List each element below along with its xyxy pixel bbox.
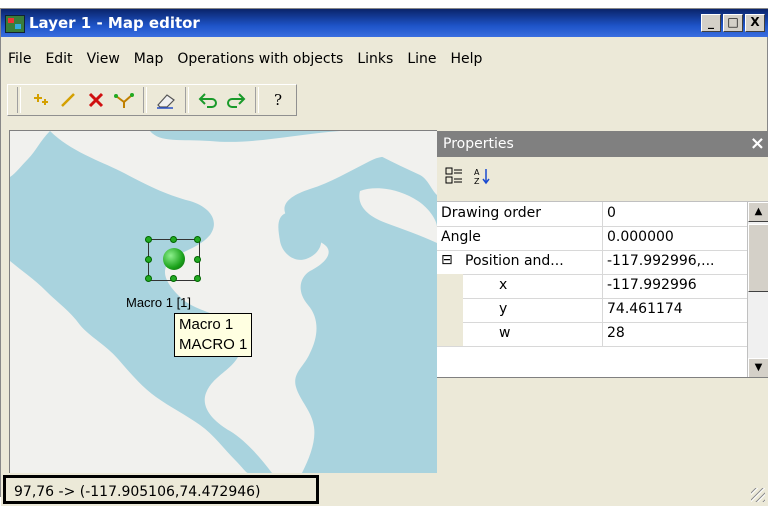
scroll-thumb[interactable] — [748, 224, 768, 292]
resize-handle[interactable] — [145, 256, 152, 263]
property-row[interactable]: Angle 0.000000 — [437, 226, 747, 251]
macro-label: Macro 1 [1] — [126, 295, 192, 310]
properties-toolbar: AZ — [445, 167, 491, 189]
add-point-icon[interactable] — [26, 87, 54, 113]
scroll-down-icon[interactable]: ▼ — [748, 358, 768, 378]
property-name: x — [499, 277, 508, 293]
title-bar[interactable]: Layer 1 - Map editor _ □ X — [1, 9, 768, 37]
help-icon[interactable]: ? — [264, 87, 292, 113]
properties-panel: Properties × AZ Drawing order 0 Angle 0.… — [437, 131, 768, 476]
property-value[interactable]: 0.000000 — [607, 229, 674, 245]
property-value[interactable]: 74.461174 — [607, 301, 683, 317]
status-coordinates: 97,76 -> (-117.905106,74.472946) — [14, 484, 261, 500]
minimize-button[interactable]: _ — [701, 14, 721, 32]
menu-edit[interactable]: Edit — [38, 49, 79, 71]
menu-line[interactable]: Line — [400, 49, 443, 71]
redo-icon[interactable] — [222, 87, 250, 113]
toolbar-frame: ? — [7, 84, 297, 116]
menu-map[interactable]: Map — [127, 49, 171, 71]
svg-text:Z: Z — [474, 177, 480, 185]
macro-ball-icon[interactable] — [163, 248, 185, 270]
property-row[interactable]: Drawing order 0 — [437, 202, 747, 227]
status-coordinates-box: 97,76 -> (-117.905106,74.472946) — [3, 475, 319, 504]
menu-help[interactable]: Help — [444, 49, 490, 71]
menu-bar: File Edit View Map Operations with objec… — [1, 49, 768, 71]
window-controls: _ □ X — [701, 14, 765, 32]
property-name: y — [499, 301, 508, 317]
close-button[interactable]: X — [745, 14, 765, 32]
undo-icon[interactable] — [194, 87, 222, 113]
resize-handle[interactable] — [194, 275, 201, 282]
map-land-shapes — [10, 131, 437, 473]
resize-handle[interactable] — [170, 275, 177, 282]
properties-close-button[interactable]: × — [750, 133, 765, 154]
resize-handle[interactable] — [170, 236, 177, 243]
selected-macro-object[interactable] — [145, 236, 201, 282]
property-value[interactable]: 0 — [607, 205, 616, 221]
menu-view[interactable]: View — [80, 49, 127, 71]
property-grid: Drawing order 0 Angle 0.000000 ⊟ Positio… — [437, 201, 768, 382]
property-name: w — [499, 325, 511, 341]
categorized-view-icon[interactable] — [445, 167, 463, 189]
status-bar: 97,76 -> (-117.905106,74.472946) — [1, 475, 768, 506]
resize-handle[interactable] — [145, 275, 152, 282]
eraser-icon[interactable] — [152, 87, 180, 113]
resize-handle[interactable] — [194, 256, 201, 263]
window-title: Layer 1 - Map editor — [29, 14, 200, 32]
property-row[interactable]: x -117.992996 — [437, 274, 747, 299]
toolbar: ? — [7, 83, 297, 117]
draw-line-icon[interactable] — [54, 87, 82, 113]
scroll-up-icon[interactable]: ▲ — [748, 202, 768, 222]
toolbar-separator — [143, 87, 147, 113]
resize-grip-icon[interactable] — [751, 488, 765, 502]
tooltip-line-2: MACRO 1 — [179, 336, 248, 353]
toolbar-separator — [185, 87, 189, 113]
toolbar-separator — [255, 87, 259, 113]
menu-links[interactable]: Links — [350, 49, 400, 71]
svg-text:A: A — [474, 168, 480, 177]
map-canvas[interactable]: Macro 1 [1] Macro 1 MACRO 1 — [9, 130, 437, 473]
collapse-toggle[interactable]: ⊟ — [441, 252, 453, 268]
property-value[interactable]: 28 — [607, 325, 625, 341]
property-row[interactable]: ⊟ Position and... -117.992996,... — [437, 250, 747, 275]
property-row[interactable]: w 28 — [437, 322, 747, 347]
toolbar-separator — [17, 87, 21, 113]
alphabetical-sort-icon[interactable]: AZ — [473, 167, 491, 189]
property-name: Drawing order — [441, 205, 541, 221]
menu-file[interactable]: File — [1, 49, 38, 71]
tooltip-line-1: Macro 1 — [179, 316, 234, 333]
macro-tooltip: Macro 1 MACRO 1 — [174, 313, 253, 357]
resize-handle[interactable] — [145, 236, 152, 243]
property-grid-scrollbar[interactable]: ▲ ▼ — [747, 202, 768, 382]
map-editor-window: Layer 1 - Map editor _ □ X File Edit Vie… — [0, 8, 768, 506]
properties-header: Properties × — [437, 131, 768, 157]
property-name: Angle — [441, 229, 481, 245]
property-value[interactable]: -117.992996 — [607, 277, 697, 293]
property-description-pane — [437, 377, 768, 476]
edit-vertices-icon[interactable] — [110, 87, 138, 113]
delete-icon[interactable] — [82, 87, 110, 113]
property-name: Position and... — [465, 253, 564, 269]
property-value[interactable]: -117.992996,... — [607, 253, 714, 269]
property-row[interactable]: y 74.461174 — [437, 298, 747, 323]
resize-handle[interactable] — [194, 236, 201, 243]
menu-operations-with-objects[interactable]: Operations with objects — [170, 49, 350, 71]
maximize-button[interactable]: □ — [723, 14, 743, 32]
properties-title: Properties — [443, 136, 514, 152]
app-icon[interactable] — [5, 15, 25, 33]
